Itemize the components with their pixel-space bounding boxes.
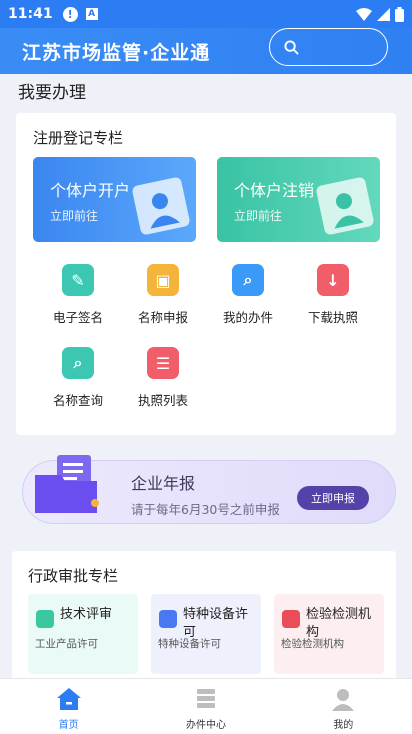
admin-item-special-equipment[interactable]: 特种设备许可 特种设备许可 [151, 594, 261, 674]
status-time: 11:41 [8, 6, 53, 22]
service-license-list[interactable]: ☰ 执照列表 [121, 347, 205, 409]
alert-icon: ! [62, 6, 78, 22]
service-label: 下载执照 [307, 310, 358, 325]
license-list-icon: ☰ [147, 347, 179, 379]
admin-card-title: 行政审批专栏 [28, 567, 119, 585]
section-title: 我要办理 [18, 83, 86, 103]
search-input[interactable] [269, 28, 388, 66]
service-name-search[interactable]: ⌕ 名称查询 [36, 347, 120, 409]
report-folder-illustration [35, 455, 99, 513]
status-bar: 11:41 ! A [0, 0, 412, 28]
wifi-icon [356, 7, 372, 21]
cases-center-icon [196, 689, 215, 708]
service-label: 名称申报 [137, 310, 188, 325]
home-icon [56, 688, 81, 710]
battery-icon [395, 6, 404, 22]
name-declare-icon: ▣ [147, 264, 179, 296]
admin-item-tech-review[interactable]: 技术评审 工业产品许可 [28, 594, 138, 674]
app-notification-icon: A [85, 8, 98, 20]
download-license-icon: ↓ [317, 264, 349, 296]
admin-approval-card: 行政审批专栏 技术评审 工业产品许可 特种设备许可 特种设备许可 检验检测机构 … [12, 551, 396, 681]
signature-icon: ✎ [62, 264, 94, 296]
service-label: 名称查询 [52, 393, 103, 408]
person-card-illustration [131, 176, 191, 236]
app-title: 江苏市场监管·企业通 [22, 41, 211, 64]
nav-home[interactable]: 首页 [0, 679, 137, 734]
special-equipment-icon [159, 610, 177, 628]
service-label: 电子签名 [52, 310, 103, 325]
admin-item-title: 技术评审 [60, 607, 113, 622]
admin-item-subtitle: 工业产品许可 [35, 638, 98, 650]
inspection-agency-icon [282, 610, 300, 628]
service-label: 执照列表 [137, 393, 188, 408]
app-header: 江苏市场监管·企业通 [0, 28, 412, 74]
person-card-illustration [315, 176, 375, 236]
annual-report-subtitle: 请于每年6月30号之前申报 [131, 502, 280, 517]
nav-label: 我的 [333, 720, 354, 731]
nav-label: 办件中心 [185, 720, 226, 731]
name-search-icon: ⌕ [62, 347, 94, 379]
nav-cases-center[interactable]: 办件中心 [137, 679, 274, 734]
signal-icon [377, 7, 390, 21]
banner-title: 个体户开户 [50, 181, 131, 200]
register-card: 注册登记专栏 个体户开户 立即前往 个体户注销 立即前往 ✎ 电子签名 ▣ 名称… [16, 113, 396, 435]
nav-label: 首页 [58, 720, 79, 731]
admin-item-subtitle: 特种设备许可 [158, 638, 221, 650]
nav-profile[interactable]: 我的 [275, 679, 412, 734]
annual-report-title: 企业年报 [131, 474, 196, 493]
admin-item-inspection-agency[interactable]: 检验检测机构 检验检测机构 [274, 594, 384, 674]
register-card-title: 注册登记专栏 [33, 129, 124, 147]
bottom-nav: 首页 办件中心 我的 [0, 678, 412, 734]
annual-report-banner[interactable]: 企业年报 请于每年6月30号之前申报 立即申报 [22, 455, 396, 524]
service-label: 我的办件 [222, 310, 273, 325]
service-my-cases[interactable]: ⌕ 我的办件 [206, 264, 290, 326]
banner-subtitle: 立即前往 [50, 209, 99, 223]
search-icon [284, 39, 299, 55]
banner-subtitle: 立即前往 [234, 209, 283, 223]
sole-proprietor-cancel-banner[interactable]: 个体户注销 立即前往 [217, 157, 380, 242]
service-electronic-signature[interactable]: ✎ 电子签名 [36, 264, 120, 326]
profile-icon [332, 689, 355, 711]
sole-proprietor-open-banner[interactable]: 个体户开户 立即前往 [33, 157, 196, 242]
service-name-declare[interactable]: ▣ 名称申报 [121, 264, 205, 326]
tech-review-icon [36, 610, 54, 628]
my-cases-icon: ⌕ [232, 264, 264, 296]
admin-item-subtitle: 检验检测机构 [281, 638, 344, 650]
declare-now-button[interactable]: 立即申报 [297, 486, 369, 510]
banner-title: 个体户注销 [234, 181, 315, 200]
service-download-license[interactable]: ↓ 下载执照 [291, 264, 375, 326]
